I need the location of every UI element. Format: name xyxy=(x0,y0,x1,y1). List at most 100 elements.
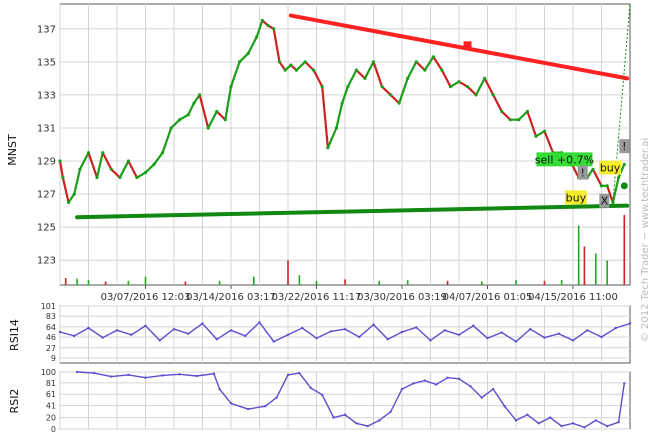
price-point xyxy=(517,118,521,122)
rsi2-point xyxy=(400,387,404,391)
rsi14-y-tick-label: 9 xyxy=(51,354,56,363)
current-price-dot xyxy=(620,182,628,190)
price-y-tick-label: 129 xyxy=(37,157,56,168)
price-point xyxy=(266,23,270,28)
rsi2-point xyxy=(594,419,597,422)
volume-bar xyxy=(623,215,626,285)
rsi14-point xyxy=(301,326,304,330)
rsi2-y-tick-label: 61 xyxy=(46,390,56,399)
price-point xyxy=(223,118,227,122)
price-point xyxy=(340,101,344,105)
price-point xyxy=(465,85,470,89)
rsi2-point xyxy=(457,377,461,381)
volume-bar xyxy=(606,260,608,285)
price-point xyxy=(61,175,65,180)
price-point xyxy=(135,175,139,180)
price-point xyxy=(198,93,202,97)
price-point xyxy=(86,151,91,155)
volume-bar xyxy=(144,276,147,285)
rsi14-point xyxy=(215,338,218,341)
price-point xyxy=(169,126,173,130)
rsi14-point xyxy=(272,340,275,343)
rsi2-y-axis-label: RSI2 xyxy=(8,389,21,414)
rsi14-point xyxy=(557,332,560,335)
price-point xyxy=(118,175,122,180)
rsi14-point xyxy=(87,326,90,330)
price-point xyxy=(312,68,316,72)
rsi2-point xyxy=(229,402,233,405)
price-pane: sell +0.7% buy buy!! X 137 135 133 131 129 127 12… xyxy=(6,3,631,303)
rsi14-point xyxy=(130,333,133,336)
price-point xyxy=(605,184,609,188)
rsi14-point xyxy=(244,334,247,338)
rsi14-point xyxy=(58,330,62,334)
price-point xyxy=(178,118,182,122)
rsi14-point xyxy=(443,329,446,332)
rsi2-y-tick-label: 81 xyxy=(46,379,56,388)
rsi2-point xyxy=(298,371,301,375)
price-point xyxy=(380,85,384,89)
price-y-tick-label: 125 xyxy=(37,223,56,234)
price-point xyxy=(363,76,367,80)
rsi14-point xyxy=(415,326,418,329)
rsi14-point xyxy=(457,333,461,336)
signal-marker xyxy=(463,41,472,50)
price-point xyxy=(622,162,626,166)
price-x-tick-label: 03/22/2016 11:17 xyxy=(272,292,362,303)
rsi2-point xyxy=(571,422,575,425)
rsi2-point xyxy=(435,383,438,386)
annotation-flag: X xyxy=(599,193,610,208)
rsi2-point xyxy=(617,420,620,424)
price-point xyxy=(591,167,595,171)
rsi2-point xyxy=(218,387,221,391)
rsi2-point xyxy=(178,373,181,376)
rsi2-point xyxy=(389,410,392,414)
rsi14-point xyxy=(201,322,204,325)
price-point xyxy=(206,126,210,130)
price-point xyxy=(109,167,113,171)
rsi14-point xyxy=(172,327,176,331)
price-point xyxy=(483,76,487,80)
price-point xyxy=(78,167,82,171)
rsi14-point xyxy=(500,331,503,334)
rsi2-point xyxy=(309,386,312,390)
price-x-tick-label: 04/15/2016 11:00 xyxy=(528,292,618,303)
price-point xyxy=(491,93,495,97)
volume-bar xyxy=(406,280,409,285)
price-point xyxy=(255,35,259,39)
rsi14-point xyxy=(286,333,290,336)
volume-bar xyxy=(287,260,289,285)
rsi2-point xyxy=(275,396,278,399)
volume-bar xyxy=(577,225,580,285)
volume-bar xyxy=(298,275,301,285)
price-point xyxy=(72,192,76,196)
price-point xyxy=(334,126,339,130)
annotation-label: sell +0.7% xyxy=(535,153,594,166)
rsi14-y-tick-label: 101 xyxy=(41,302,56,311)
price-point xyxy=(354,68,358,72)
price-point xyxy=(260,18,264,23)
rsi2-point xyxy=(549,416,552,419)
annotation-label: buy xyxy=(566,191,587,204)
rsi14-point xyxy=(187,332,190,335)
price-point xyxy=(58,159,62,163)
rsi2-point xyxy=(469,385,472,388)
price-point xyxy=(277,60,282,64)
volume-bar xyxy=(481,281,483,285)
volume-bar xyxy=(583,246,586,285)
rsi2-point xyxy=(412,382,415,385)
rsi2-point xyxy=(537,422,540,425)
price-y-tick-label: 131 xyxy=(37,123,56,134)
price-point xyxy=(95,175,99,180)
rsi2-point xyxy=(286,373,290,377)
price-y-tick-label: 135 xyxy=(37,57,56,68)
price-y-tick-label: 127 xyxy=(37,190,56,201)
rsi14-point xyxy=(372,323,375,326)
price-y-tick-label: 123 xyxy=(37,256,56,267)
rsi2-y-tick-label: 20 xyxy=(46,414,56,423)
rsi2-point xyxy=(366,424,369,428)
annotation-flag: ! xyxy=(577,165,588,180)
price-point xyxy=(423,68,427,72)
rsi14-point xyxy=(614,326,617,330)
rsi14-point xyxy=(486,336,489,340)
